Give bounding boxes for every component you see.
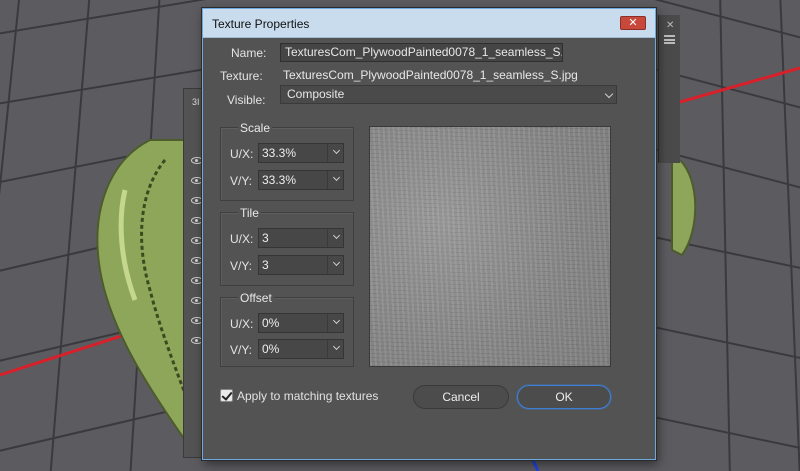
offset-vy-combo[interactable]: 0% [258,339,344,359]
tile-ux-dropdown-button[interactable] [327,229,343,247]
x-axis-line-left [0,328,141,377]
offset-vy-value: 0% [262,342,280,356]
offset-ux-dropdown-button[interactable] [327,314,343,332]
panel-tab[interactable]: 3I [192,97,200,107]
dialog-titlebar[interactable]: Texture Properties ✕ [203,9,655,38]
offset-ux-combo[interactable]: 0% [258,313,344,333]
texture-filename: TexturesCom_PlywoodPainted0078_1_seamles… [283,68,578,82]
chevron-down-icon [332,231,341,240]
apply-matching-checkbox[interactable] [220,389,233,402]
name-label: Name: [231,46,267,60]
offset-vy-dropdown-button[interactable] [327,340,343,358]
name-input[interactable]: TexturesCom_PlywoodPainted0078_1_seamles… [280,43,563,62]
apply-matching-label[interactable]: Apply to matching textures [237,389,378,403]
close-icon[interactable]: ✕ [666,20,674,31]
tile-ux-value: 3 [262,231,269,245]
tile-ux-combo[interactable]: 3 [258,228,344,248]
tile-ux-label: U/X: [230,232,254,246]
scale-ux-label: U/X: [230,147,254,161]
tile-vy-dropdown-button[interactable] [327,256,343,274]
ok-button[interactable]: OK [517,385,611,409]
offset-vy-label: V/Y: [230,343,253,357]
visible-label: Visible: [227,93,266,107]
scale-ux-value: 33.3% [262,146,297,160]
chevron-down-icon [332,316,341,325]
tile-group: Tile U/X: 3 V/Y: 3 [220,206,354,286]
offset-ux-value: 0% [262,316,280,330]
tile-vy-value: 3 [262,258,269,272]
scale-ux-combo[interactable]: 33.3% [258,143,344,163]
scale-group-title: Scale [238,121,273,135]
cancel-button[interactable]: Cancel [413,385,509,409]
chevron-down-icon [332,258,341,267]
visible-select[interactable]: Composite [280,85,617,104]
x-axis-line-right [679,66,800,104]
tile-vy-label: V/Y: [230,259,253,273]
scale-ux-dropdown-button[interactable] [327,144,343,162]
offset-group-title: Offset [238,291,274,305]
texture-properties-dialog: Texture Properties ✕ Name: TexturesCom_P… [202,8,656,460]
texture-label: Texture: [220,69,263,83]
chevron-down-icon [332,342,341,351]
scale-vy-dropdown-button[interactable] [327,171,343,189]
z-axis-line [531,459,540,471]
chevron-down-icon [332,146,341,155]
scale-group: Scale U/X: 33.3% V/Y: 33.3% [220,121,354,201]
scale-vy-combo[interactable]: 33.3% [258,170,344,190]
dialog-title: Texture Properties [212,17,310,31]
scale-vy-label: V/Y: [230,174,253,188]
chevron-down-icon [604,89,614,99]
chevron-down-icon [332,173,341,182]
panel-dock-strip: ✕ [658,15,680,163]
scale-vy-value: 33.3% [262,173,297,187]
tile-vy-combo[interactable]: 3 [258,255,344,275]
visible-select-value: Composite [287,87,345,101]
offset-group: Offset U/X: 0% V/Y: 0% [220,291,354,367]
panel-menu-icon[interactable] [664,35,675,44]
tile-group-title: Tile [238,206,261,220]
offset-ux-label: U/X: [230,317,254,331]
texture-preview [369,126,611,367]
dialog-close-button[interactable]: ✕ [620,16,646,30]
